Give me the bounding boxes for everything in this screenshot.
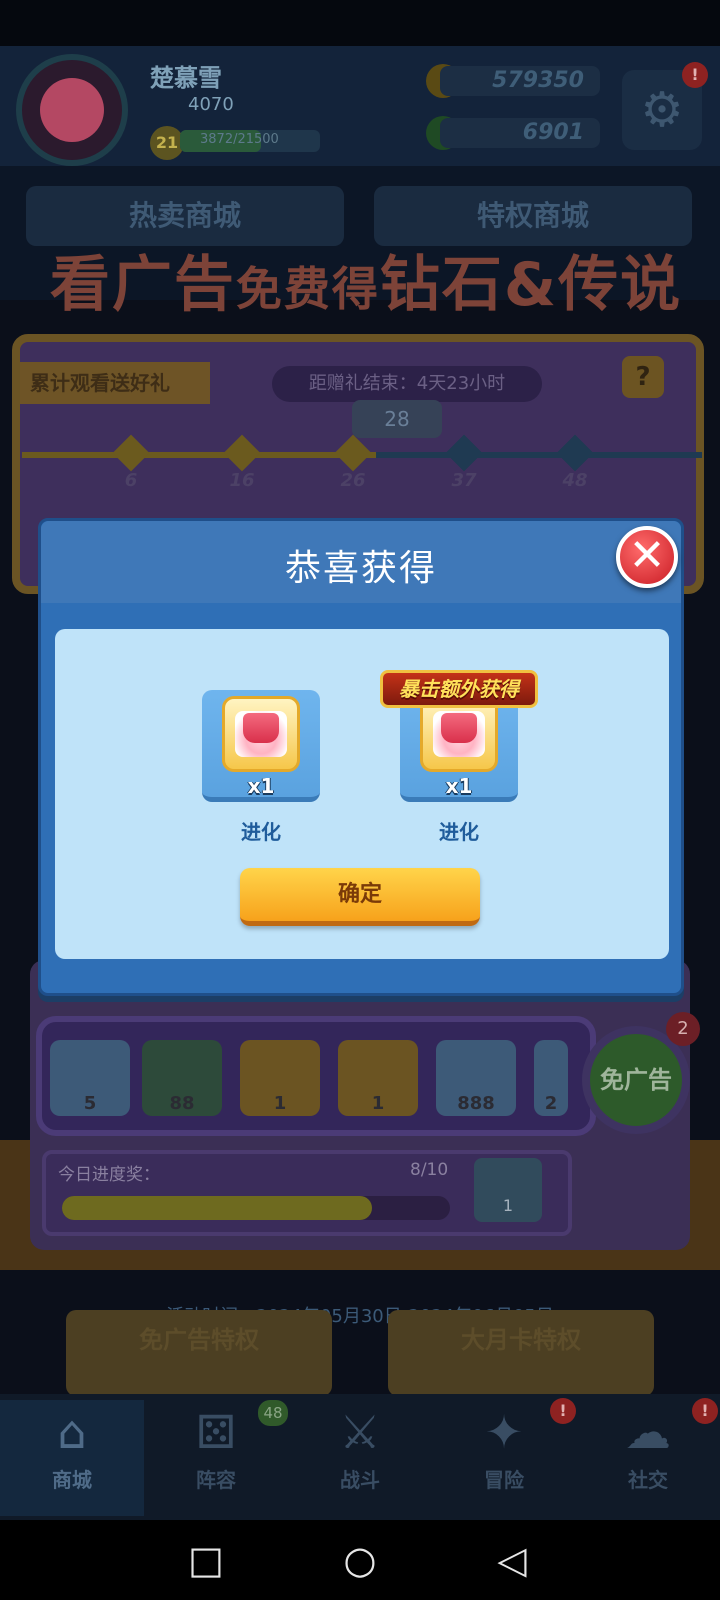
social-alert-badge: ! [692,1398,718,1424]
close-icon: ✕ [628,530,666,581]
swords-icon: ⚔ [339,1405,381,1459]
daily-progress-label: 今日进度奖： [58,1165,160,1185]
home-button[interactable]: ○ [336,1536,384,1584]
reward-tile[interactable]: 88 [142,1040,222,1116]
close-button[interactable]: ✕ [616,526,678,588]
dialog-title: 恭喜获得 [284,548,437,589]
banner-text-3: 钻石&传说 [379,250,683,320]
gem-count[interactable]: 6901 [440,118,600,148]
nav-battle[interactable]: ⚔ 战斗 [288,1400,432,1516]
reward-count: 2 [544,1093,558,1114]
nav-label: 商城 [52,1468,92,1492]
ad-count-badge: 2 [666,1012,700,1046]
item-cylinder [243,713,279,743]
nav-label: 冒险 [484,1468,524,1492]
nav-store[interactable]: ⌂ 商城 [0,1400,144,1516]
daily-progress-bar [62,1196,450,1220]
reward-tile[interactable]: 5 [50,1040,130,1116]
xp-text: 3872/21500 [200,132,279,147]
reward-count: 1 [273,1093,287,1114]
reward-tile[interactable]: 1 [240,1040,320,1116]
promo-no-ads[interactable]: 免广告特权 [66,1310,332,1396]
nav-label: 阵容 [196,1468,236,1492]
nav-label: 战斗 [340,1468,380,1492]
ad-promo-banner-title: 看广告免费得钻石&传说 [36,236,696,320]
help-button[interactable]: ? [622,356,664,398]
item-quantity: x1 [247,774,275,798]
settings-alert-badge: ! [682,62,708,88]
current-progress-bubble: 28 [352,400,442,438]
app-root: 楚慕雪 4070 21 3872/21500 579350 6901 ⚙ ! 热… [0,0,720,1600]
banner-text-2: 免费得 [235,262,380,316]
milestone-label: 6 [124,470,138,491]
nav-label: 社交 [628,1468,668,1492]
xp-bar: 3872/21500 [180,130,320,152]
adventure-alert-badge: ! [550,1398,576,1424]
lineup-count-badge: 48 [258,1400,288,1426]
item-name: 进化 [439,820,479,844]
dialog-header: 恭喜获得 [41,521,681,603]
reward-tile[interactable]: 2 [534,1040,568,1116]
daily-progress-value: 8/10 [410,1160,449,1180]
avatar[interactable] [16,54,128,166]
confirm-button[interactable]: 确定 [240,868,480,926]
level-badge: 21 [150,126,184,160]
reward-count: 888 [457,1093,495,1114]
status-bar [0,0,720,46]
avatar-face [40,78,104,142]
trophy-count: 4070 [188,94,234,115]
reward-count: 88 [169,1093,195,1114]
promo-monthly-card[interactable]: 大月卡特权 [388,1310,654,1396]
player-name: 楚慕雪 [150,64,222,92]
chest-count: 1 [502,1196,514,1215]
reward-item-card[interactable]: x1 [202,690,320,802]
store-icon: ⌂ [57,1405,87,1459]
milestone-label: 16 [229,470,255,491]
banner-text-1: 看广告 [49,250,236,320]
gear-icon: ⚙ [640,82,684,138]
reward-count: 5 [83,1093,97,1114]
gold-count[interactable]: 579350 [440,66,600,96]
recents-button[interactable]: □ [182,1536,230,1584]
progress-track-fill [22,452,376,458]
evolution-item-icon [222,696,300,772]
milestone-label: 37 [451,470,477,491]
item-quantity: x1 [445,774,473,798]
cumulative-ribbon: 累计观看送好礼 [20,362,210,404]
countdown-text: 距赠礼结束：4天23小时 [272,366,542,402]
item-cylinder [441,713,477,743]
reward-tile[interactable]: 888 [436,1040,516,1116]
daily-progress-fill [62,1196,373,1220]
milestone-label: 26 [340,470,366,491]
daily-chest[interactable]: 1 [474,1158,542,1222]
milestone-label: 48 [562,470,588,491]
back-button[interactable]: ◁ [488,1536,536,1584]
reward-count: 1 [371,1093,385,1114]
item-name: 进化 [241,820,281,844]
crit-bonus-tag: 暴击额外获得 [380,670,538,708]
reward-tile[interactable]: 1 [338,1040,418,1116]
